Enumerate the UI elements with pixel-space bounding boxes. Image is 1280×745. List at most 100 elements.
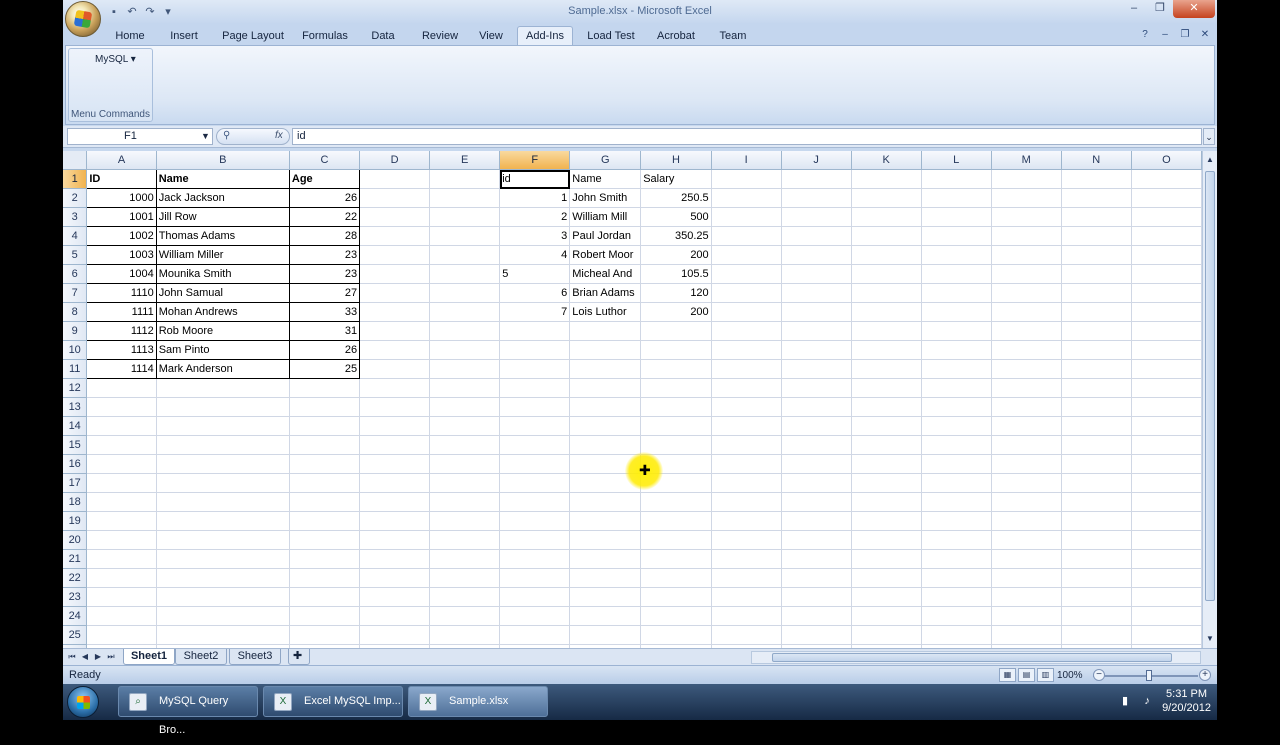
insert-function-button[interactable]: fx bbox=[275, 130, 283, 141]
cell[interactable] bbox=[921, 549, 992, 569]
cell[interactable] bbox=[86, 549, 157, 569]
cell[interactable]: Salary bbox=[640, 169, 712, 189]
minimize-icon[interactable]: – bbox=[1121, 0, 1147, 18]
cell[interactable]: 1 bbox=[499, 188, 571, 208]
horizontal-scroll-thumb[interactable] bbox=[772, 653, 1172, 662]
taskbar-item[interactable]: X Sample.xlsx bbox=[408, 686, 548, 717]
cell[interactable] bbox=[359, 435, 431, 455]
cell[interactable] bbox=[86, 511, 157, 531]
scroll-thumb[interactable] bbox=[1205, 171, 1215, 601]
cell[interactable] bbox=[429, 321, 501, 341]
column-header-o[interactable]: O bbox=[1131, 151, 1202, 170]
cell[interactable] bbox=[1061, 359, 1132, 379]
cell[interactable] bbox=[429, 207, 501, 227]
cell[interactable] bbox=[921, 302, 992, 322]
name-box[interactable]: F1 bbox=[67, 128, 213, 145]
zoom-in-icon[interactable]: + bbox=[1199, 669, 1211, 681]
cell[interactable] bbox=[921, 587, 992, 607]
cell[interactable] bbox=[289, 397, 361, 417]
cell[interactable]: 1111 bbox=[86, 302, 157, 322]
cell[interactable]: 250.5 bbox=[640, 188, 712, 208]
cell[interactable] bbox=[359, 568, 431, 588]
row-header[interactable]: 25 bbox=[63, 625, 88, 645]
cell[interactable] bbox=[569, 435, 642, 455]
cell[interactable]: Mohan Andrews bbox=[155, 302, 290, 322]
cell[interactable]: Name bbox=[155, 169, 290, 189]
scroll-up-icon[interactable]: ▲ bbox=[1204, 153, 1216, 167]
cell[interactable] bbox=[499, 416, 571, 436]
cell[interactable] bbox=[991, 340, 1062, 360]
column-header-c[interactable]: C bbox=[289, 151, 361, 170]
cell[interactable]: Rob Moore bbox=[155, 321, 290, 341]
cell[interactable] bbox=[1061, 625, 1132, 645]
cell[interactable]: 200 bbox=[640, 302, 712, 322]
row-header[interactable]: 13 bbox=[63, 397, 88, 417]
column-header-d[interactable]: D bbox=[359, 151, 431, 170]
cell[interactable] bbox=[711, 473, 782, 493]
cell[interactable]: Paul Jordan bbox=[569, 226, 642, 246]
row-header[interactable]: 15 bbox=[63, 435, 88, 455]
cell[interactable] bbox=[851, 568, 922, 588]
cell[interactable] bbox=[711, 549, 782, 569]
select-all-corner[interactable] bbox=[63, 151, 88, 170]
cell[interactable] bbox=[499, 321, 571, 341]
cell[interactable]: 33 bbox=[288, 302, 361, 322]
cell[interactable] bbox=[711, 530, 782, 550]
cell[interactable] bbox=[781, 378, 852, 398]
tab-home[interactable]: Home bbox=[103, 28, 157, 46]
cell[interactable] bbox=[359, 454, 431, 474]
cell[interactable] bbox=[851, 625, 922, 645]
cell[interactable] bbox=[921, 264, 992, 284]
cell[interactable] bbox=[711, 264, 782, 284]
cell[interactable] bbox=[991, 625, 1062, 645]
cell[interactable] bbox=[1131, 207, 1202, 227]
cell[interactable] bbox=[429, 416, 501, 436]
row-header[interactable]: 3 bbox=[63, 207, 88, 227]
cell[interactable]: William Miller bbox=[155, 245, 290, 265]
cell[interactable] bbox=[781, 606, 852, 626]
cell[interactable] bbox=[921, 321, 992, 341]
cell[interactable] bbox=[1131, 264, 1202, 284]
cell[interactable] bbox=[711, 207, 782, 227]
cell[interactable] bbox=[1061, 340, 1132, 360]
cell[interactable] bbox=[640, 416, 712, 436]
cell[interactable] bbox=[289, 587, 361, 607]
cell[interactable] bbox=[156, 416, 290, 436]
cell[interactable] bbox=[711, 416, 782, 436]
column-header-b[interactable]: B bbox=[156, 151, 290, 170]
cell[interactable] bbox=[359, 302, 431, 322]
cell[interactable] bbox=[429, 587, 501, 607]
tab-insert[interactable]: Insert bbox=[161, 28, 207, 46]
network-icon[interactable]: ▮ bbox=[1118, 694, 1132, 708]
cell[interactable] bbox=[359, 625, 431, 645]
cell[interactable] bbox=[1061, 530, 1132, 550]
cell[interactable] bbox=[156, 473, 290, 493]
tab-load-test[interactable]: Load Test bbox=[581, 28, 641, 46]
cell[interactable] bbox=[640, 378, 712, 398]
cell[interactable] bbox=[991, 511, 1062, 531]
cell[interactable] bbox=[991, 359, 1062, 379]
cell[interactable] bbox=[781, 473, 852, 493]
start-button[interactable] bbox=[67, 686, 99, 718]
cell[interactable] bbox=[781, 416, 852, 436]
cell[interactable] bbox=[781, 549, 852, 569]
cell[interactable] bbox=[991, 302, 1062, 322]
cell[interactable] bbox=[711, 169, 782, 189]
tab-team[interactable]: Team bbox=[713, 28, 753, 46]
cell[interactable]: 1001 bbox=[86, 207, 157, 227]
cell[interactable] bbox=[156, 454, 290, 474]
column-header-n[interactable]: N bbox=[1061, 151, 1132, 170]
cell[interactable] bbox=[711, 283, 782, 303]
cell[interactable] bbox=[711, 188, 782, 208]
column-header-e[interactable]: E bbox=[429, 151, 501, 170]
cell[interactable] bbox=[499, 378, 571, 398]
cell[interactable] bbox=[499, 587, 571, 607]
cell[interactable] bbox=[711, 321, 782, 341]
page-layout-view-icon[interactable]: ▤ bbox=[1018, 668, 1035, 682]
cell[interactable] bbox=[991, 416, 1062, 436]
cell[interactable] bbox=[429, 435, 501, 455]
cell[interactable] bbox=[569, 321, 642, 341]
cell[interactable] bbox=[781, 302, 852, 322]
cell[interactable]: 26 bbox=[288, 340, 361, 360]
cell[interactable]: 1004 bbox=[86, 264, 157, 284]
